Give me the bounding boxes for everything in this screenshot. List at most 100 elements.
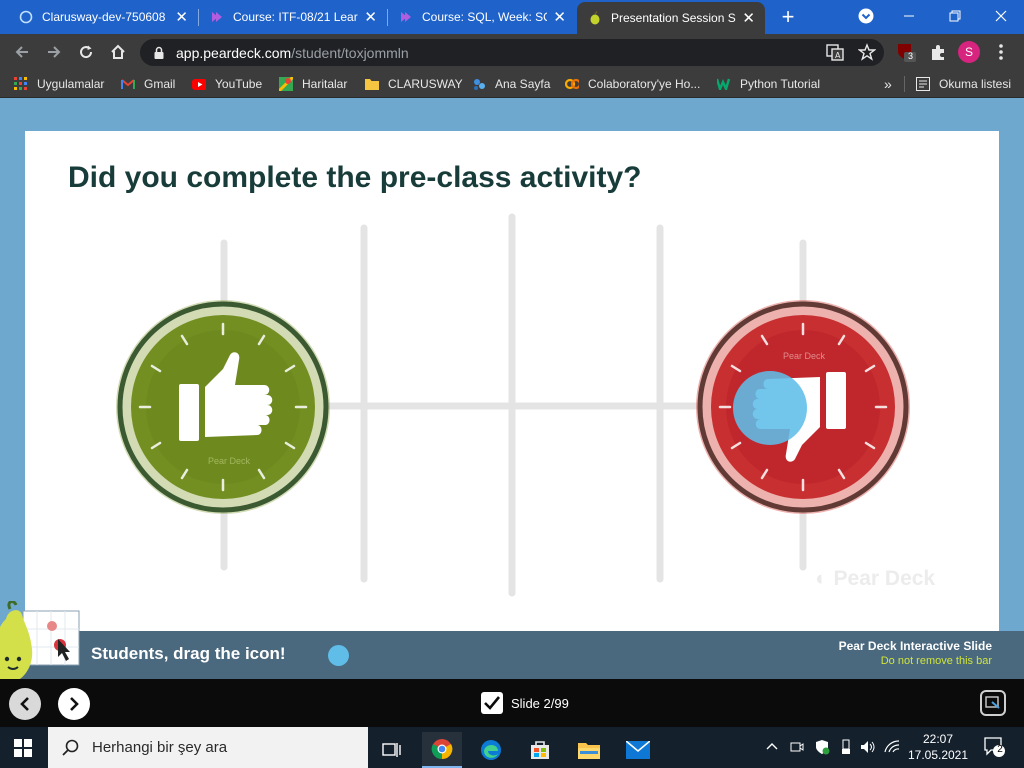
notification-badge: 2 bbox=[997, 744, 1003, 755]
url-host: app.peardeck.com bbox=[176, 44, 292, 61]
chrome-menu-button[interactable] bbox=[990, 41, 1012, 63]
tab-title: Course: ITF-08/21 Learn bbox=[233, 10, 359, 24]
youtube-icon bbox=[192, 77, 206, 91]
taskbar-store[interactable] bbox=[520, 732, 560, 768]
notification-center-button[interactable]: 2 bbox=[984, 737, 1006, 757]
taskbar-chrome[interactable] bbox=[422, 732, 462, 768]
restore-button[interactable] bbox=[932, 0, 978, 32]
course-icon bbox=[398, 9, 414, 25]
edge-icon bbox=[481, 740, 501, 760]
tab-strip: Clarusway-dev-750608 ✕ Course: ITF-08/21… bbox=[0, 0, 1024, 34]
volume-icon[interactable] bbox=[860, 739, 876, 755]
ublock-extension-button[interactable]: 3 bbox=[895, 41, 917, 63]
usb-icon[interactable] bbox=[840, 739, 852, 755]
profile-button[interactable]: S bbox=[958, 41, 980, 63]
back-button[interactable] bbox=[10, 40, 34, 64]
close-icon[interactable]: ✕ bbox=[364, 10, 377, 25]
omnibox-actions: A bbox=[826, 43, 876, 61]
tab-search-button[interactable] bbox=[843, 0, 889, 32]
bookmark-youtube[interactable]: YouTube bbox=[192, 75, 262, 93]
windows-start-icon[interactable] bbox=[14, 739, 32, 757]
address-bar[interactable]: app.peardeck.com/student/toxjommln A bbox=[140, 39, 884, 66]
bookmark-divider bbox=[904, 76, 905, 92]
taskbar-file-explorer[interactable] bbox=[569, 732, 609, 768]
taskbar-edge[interactable] bbox=[471, 732, 511, 768]
taskbar-search-box[interactable]: Herhangi bir şey ara bbox=[48, 727, 368, 768]
interactive-slide-label: Pear Deck Interactive Slide bbox=[838, 639, 992, 653]
apps-grid-icon bbox=[14, 77, 28, 91]
defender-shield-icon[interactable] bbox=[814, 739, 830, 755]
bookmark-label: Python Tutorial bbox=[740, 77, 821, 91]
student-response-dot[interactable] bbox=[733, 371, 807, 445]
bookmark-ana-sayfa[interactable]: Ana Sayfa bbox=[472, 75, 550, 93]
url-path: /student/toxjommln bbox=[291, 44, 409, 61]
drag-icon-sample[interactable] bbox=[328, 645, 349, 666]
home-button[interactable] bbox=[106, 40, 130, 64]
star-icon[interactable] bbox=[858, 43, 876, 61]
store-icon bbox=[531, 741, 549, 759]
lock-icon bbox=[154, 46, 164, 59]
tab-title: Course: SQL, Week: SQL bbox=[422, 10, 548, 24]
tab-presentation-session[interactable]: Presentation Session St ✕ bbox=[577, 2, 765, 34]
projector-view-button[interactable] bbox=[980, 690, 1006, 716]
close-icon[interactable]: ✕ bbox=[553, 10, 566, 25]
arrow-right-icon bbox=[48, 46, 61, 58]
meet-now-icon[interactable] bbox=[790, 739, 804, 755]
bookmarks-overflow-button[interactable]: » bbox=[884, 75, 892, 93]
bookmark-label: Gmail bbox=[144, 77, 176, 91]
chevron-right-icon bbox=[70, 697, 79, 711]
tab-clarusway-dev[interactable]: Clarusway-dev-750608 ✕ bbox=[8, 0, 198, 34]
wifi-icon[interactable] bbox=[884, 739, 900, 755]
taskbar-clock[interactable]: 22:07 17.05.2021 bbox=[906, 731, 970, 763]
translate-icon[interactable]: A bbox=[826, 43, 844, 61]
reload-button[interactable] bbox=[74, 40, 98, 64]
home-bookmark-icon bbox=[472, 77, 486, 91]
taskbar-mail[interactable] bbox=[618, 732, 658, 768]
arrow-left-icon bbox=[15, 46, 28, 58]
bookmark-label: Colaboratory'ye Ho... bbox=[588, 77, 701, 91]
more-vertical-icon bbox=[999, 44, 1003, 60]
drag-instruction: Students, drag the icon! bbox=[91, 644, 286, 663]
tab-course-sql[interactable]: Course: SQL, Week: SQL ✕ bbox=[388, 0, 576, 34]
watermark-text: Pear Deck bbox=[833, 567, 936, 590]
tab-title: Presentation Session St bbox=[611, 11, 737, 25]
bookmark-haritalar[interactable]: Haritalar bbox=[279, 75, 347, 93]
bookmark-gmail[interactable]: Gmail bbox=[121, 75, 175, 93]
bookmark-label: Uygulamalar bbox=[37, 77, 105, 91]
minimize-button[interactable] bbox=[886, 0, 932, 32]
close-icon[interactable]: ✕ bbox=[175, 10, 188, 25]
new-tab-button[interactable]: + bbox=[778, 5, 798, 29]
next-slide-button[interactable] bbox=[58, 688, 90, 720]
reading-list-button[interactable]: Okuma listesi bbox=[916, 75, 1011, 93]
interactive-slide-note: Do not remove this bar bbox=[880, 655, 992, 667]
ublock-icon bbox=[898, 44, 916, 62]
tab-course-itf[interactable]: Course: ITF-08/21 Learn ✕ bbox=[199, 0, 387, 34]
close-icon[interactable]: ✕ bbox=[742, 11, 755, 26]
bookmarks-bar: Uygulamalar Gmail YouTube Haritalar CLAR… bbox=[0, 70, 1024, 98]
peardeck-interactive-bar: Students, drag the icon! Pear Deck Inter… bbox=[0, 631, 1024, 679]
clock-time: 22:07 bbox=[922, 732, 954, 746]
close-window-button[interactable] bbox=[978, 0, 1024, 32]
bookmark-colaboratory[interactable]: Colaboratory'ye Ho... bbox=[565, 75, 700, 93]
puzzle-icon bbox=[932, 45, 944, 60]
bookmark-python-tutorial[interactable]: Python Tutorial bbox=[717, 75, 820, 93]
bookmark-clarusway-folder[interactable]: CLARUSWAY bbox=[365, 75, 463, 93]
gmail-icon bbox=[121, 77, 135, 91]
bookmark-uygulamalar[interactable]: Uygulamalar bbox=[14, 75, 104, 93]
previous-slide-button[interactable] bbox=[9, 688, 41, 720]
windows-taskbar: Herhangi bir şey ara 22:07 17.05.2021 2 bbox=[0, 727, 1024, 768]
extensions-button[interactable] bbox=[927, 41, 949, 63]
chevron-up-icon[interactable] bbox=[765, 739, 779, 753]
task-view-button[interactable] bbox=[372, 732, 412, 768]
reload-icon bbox=[80, 45, 93, 59]
minimize-icon bbox=[904, 15, 914, 17]
forward-button[interactable] bbox=[42, 40, 66, 64]
reading-list-icon bbox=[916, 77, 930, 91]
search-icon bbox=[62, 739, 79, 756]
chevron-left-icon bbox=[20, 697, 29, 711]
pear-mascot-icon bbox=[0, 601, 80, 681]
player-controls: Slide 2/99 bbox=[0, 679, 1024, 727]
seal-text: Pear Deck bbox=[208, 456, 251, 466]
avatar: S bbox=[958, 41, 980, 63]
extension-badge: 3 bbox=[908, 51, 914, 61]
